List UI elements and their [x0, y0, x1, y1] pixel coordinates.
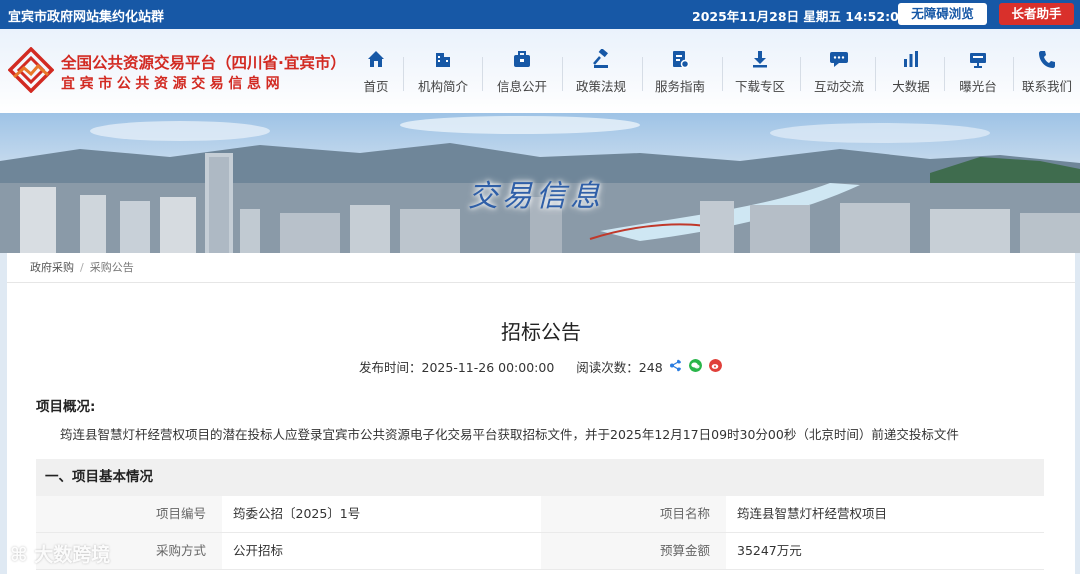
bar-chart-icon: [904, 51, 918, 67]
page-title: 招标公告: [501, 320, 581, 344]
nav-label: 首页: [363, 79, 389, 94]
nav-divider: [562, 57, 563, 91]
megaphone-icon: [970, 53, 986, 68]
site-group-title[interactable]: 宜宾市政府网站集约化站群: [8, 6, 164, 25]
top-bar: 宜宾市政府网站集约化站群 2025年11月28日 星期五 14:52:07 无障…: [0, 0, 1080, 29]
elder-assistant-button[interactable]: 长者助手: [999, 3, 1074, 25]
nav-interaction[interactable]: 互动交流: [803, 49, 875, 101]
nav-label: 信息公开: [496, 79, 547, 94]
gavel-icon: [593, 49, 608, 68]
nav-policy[interactable]: 政策法规: [565, 49, 637, 101]
nav-home[interactable]: 首页: [340, 49, 412, 101]
guide-icon: [673, 51, 690, 69]
main-nav: 首页 机构简介 信息公开 政策法规 服务指南 下载专区 互动交流 大数据 曝光台…: [348, 29, 1080, 113]
overview-text: 筠连县智慧灯杆经营权项目的潜在投标人应登录宜宾市公共资源电子化交易平台获取招标文…: [60, 427, 959, 442]
building-icon: [436, 53, 450, 67]
article-card: 政府采购 / 采购公告 招标公告 发布时间：2025-11-26 00:00:00 阅…: [7, 253, 1075, 574]
chat-icon: [830, 52, 848, 67]
nav-info[interactable]: 信息公开: [486, 49, 558, 101]
breadcrumb-separator: /: [80, 261, 84, 274]
nav-label: 服务指南: [654, 79, 705, 94]
publish-time: 2025-11-26 00:00:00: [421, 360, 555, 375]
nav-contact[interactable]: 联系我们: [1014, 49, 1080, 101]
overview-heading: 项目概况:: [36, 399, 96, 415]
nav-bigdata[interactable]: 大数据: [875, 49, 947, 101]
nav-exposure[interactable]: 曝光台: [942, 49, 1014, 101]
site-header: 全国公共资源交易平台（四川省·宜宾市） 宜宾市公共资源交易信息网 首页 机构简介…: [0, 29, 1080, 113]
nav-divider: [642, 57, 643, 91]
phone-icon: [1039, 51, 1055, 68]
budget-label: 预算金额: [541, 533, 726, 569]
publish-label: 发布时间：: [359, 360, 422, 375]
nav-divider: [403, 57, 404, 91]
watermark-text: 大数跨境: [34, 544, 111, 566]
views-count: 248: [638, 360, 663, 375]
views-label: 阅读次数：: [576, 360, 639, 375]
section-heading: 一、项目基本情况: [36, 459, 1044, 496]
article-meta: 发布时间：2025-11-26 00:00:00 阅读次数：248: [359, 357, 663, 376]
project-number-value: 筠委公招〔2025〕1号: [233, 506, 361, 521]
nav-label: 机构简介: [417, 79, 468, 94]
table-row: 采购方式 公开招标 预算金额 35247万元: [36, 533, 1044, 570]
banner-title: 交易信息: [468, 179, 604, 214]
nav-label: 下载专区: [734, 79, 785, 94]
watermark-logo-icon: ⌘: [10, 544, 35, 566]
home-icon: [368, 51, 384, 67]
briefcase-icon: [514, 51, 530, 67]
nav-label: 互动交流: [813, 79, 864, 94]
weibo-icon[interactable]: [709, 359, 722, 372]
breadcrumb-parent[interactable]: 政府采购: [30, 261, 74, 274]
current-datetime: 2025年11月28日 星期五 14:52:07: [692, 9, 908, 24]
wechat-icon[interactable]: [689, 359, 702, 372]
nav-label: 政策法规: [575, 79, 626, 94]
breadcrumb: 政府采购 / 采购公告: [7, 253, 1075, 283]
brand-title: 全国公共资源交易平台（四川省·宜宾市）: [61, 54, 346, 72]
brand-subtitle: 宜宾市公共资源交易信息网: [61, 76, 285, 92]
nav-divider: [800, 57, 801, 91]
nav-label: 大数据: [892, 79, 930, 94]
project-number-label: 项目编号: [36, 496, 222, 532]
nav-about[interactable]: 机构简介: [407, 49, 479, 101]
share-icon[interactable]: [669, 359, 682, 372]
accessibility-button[interactable]: 无障碍浏览: [898, 3, 987, 25]
project-name-value: 筠连县智慧灯杆经营权项目: [737, 506, 888, 521]
nav-guide[interactable]: 服务指南: [644, 49, 716, 101]
project-name-label: 项目名称: [541, 496, 726, 532]
nav-divider: [722, 57, 723, 91]
table-row: 项目编号 筠委公招〔2025〕1号 项目名称 筠连县智慧灯杆经营权项目: [36, 496, 1044, 533]
budget-value: 35247万元: [737, 543, 802, 558]
project-info-table: 项目编号 筠委公招〔2025〕1号 项目名称 筠连县智慧灯杆经营权项目 采购方式…: [36, 496, 1044, 570]
procurement-method-value: 公开招标: [233, 543, 284, 558]
nav-divider: [482, 57, 483, 91]
site-logo[interactable]: [8, 47, 54, 93]
nav-label: 联系我们: [1021, 79, 1072, 94]
watermark: ⌘ 大数跨境: [10, 540, 110, 567]
breadcrumb-current: 采购公告: [89, 261, 134, 274]
nav-label: 曝光台: [959, 79, 997, 94]
nav-download[interactable]: 下载专区: [724, 49, 796, 101]
download-icon: [753, 51, 767, 68]
city-banner: 交易信息: [0, 113, 1080, 253]
